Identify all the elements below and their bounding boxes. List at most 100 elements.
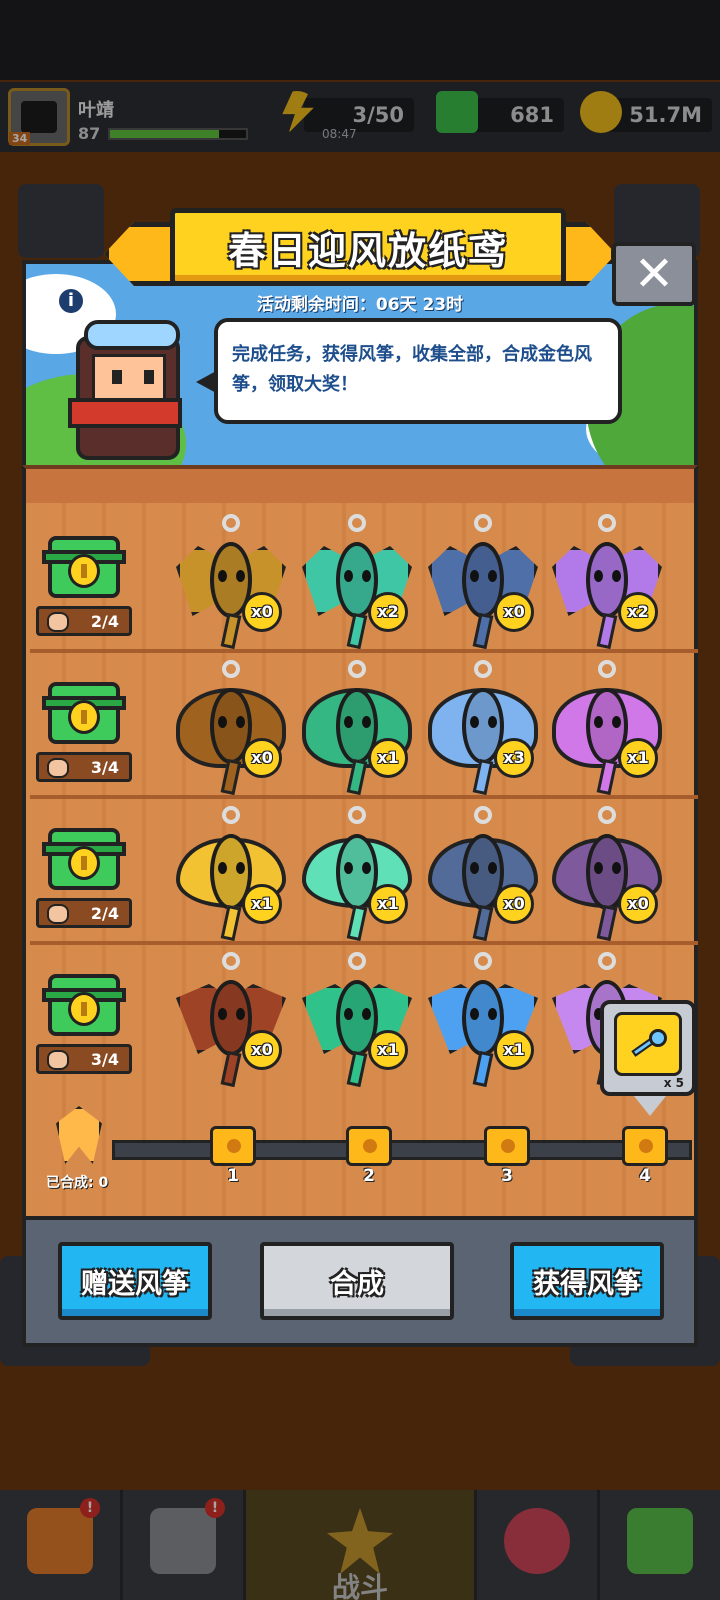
obtain-kite-button[interactable]: 获得风筝 <box>510 1242 664 1320</box>
kite-beetle[interactable] <box>548 660 666 800</box>
kite-count-badge: x0 <box>242 738 282 778</box>
kite-tail <box>472 904 494 942</box>
milestone-lock-icon <box>501 1139 515 1153</box>
kite-ring <box>348 660 366 678</box>
kite-bat[interactable] <box>298 514 416 654</box>
event-timer: 活动剩余时间：06天 23时 <box>256 295 464 315</box>
kite-ring <box>598 806 616 824</box>
key-head <box>649 1029 667 1047</box>
kite-bat[interactable] <box>424 514 542 654</box>
kite-tail <box>596 904 618 942</box>
ninja-face <box>92 354 166 402</box>
row-progress: 2/4 <box>36 898 132 928</box>
kite-eye <box>470 1008 479 1020</box>
kite-eye <box>470 862 479 874</box>
kite-count-badge: x1 <box>368 738 408 778</box>
kite-bird[interactable] <box>172 952 290 1092</box>
kite-count-badge: x0 <box>618 884 658 924</box>
kite-eye <box>236 570 245 582</box>
kite-bird[interactable] <box>298 952 416 1092</box>
kite-tail <box>472 1050 494 1088</box>
kite-bird[interactable] <box>424 952 542 1092</box>
kite-count-badge: x2 <box>368 592 408 632</box>
kite-tail <box>472 612 494 650</box>
reward-chest[interactable] <box>42 532 126 606</box>
kite-count-badge: x0 <box>242 592 282 632</box>
kite-eye <box>612 716 621 728</box>
kite-eye <box>344 570 353 582</box>
kite-beetle[interactable] <box>424 660 542 800</box>
milestone-number: 2 <box>363 1166 375 1186</box>
row-progress-value: 2/4 <box>90 903 119 923</box>
kite-tail <box>220 1050 242 1088</box>
kite-eye <box>470 570 479 582</box>
close-icon: ✕ <box>633 246 675 302</box>
kite-ring <box>222 806 240 824</box>
ninja-eye <box>144 370 154 384</box>
kite-count-badge: x1 <box>368 884 408 924</box>
kite-eye <box>488 862 497 874</box>
kite-eye <box>218 1008 227 1020</box>
ninja-character <box>62 314 184 464</box>
kite-count-badge: x0 <box>242 1030 282 1070</box>
kite-butterfly[interactable] <box>298 806 416 946</box>
info-icon[interactable]: i <box>56 286 86 316</box>
kite-beetle[interactable] <box>172 660 290 800</box>
golden-bird-kite[interactable] <box>46 1106 112 1168</box>
row-progress: 3/4 <box>36 752 132 782</box>
milestone-lock-icon <box>639 1139 653 1153</box>
milestone-lock-icon <box>363 1139 377 1153</box>
kite-mini-icon <box>47 612 69 632</box>
kite-ring <box>348 514 366 532</box>
milestone-chest[interactable] <box>622 1126 668 1166</box>
kite-mini-icon <box>47 904 69 924</box>
reward-chest[interactable] <box>42 970 126 1044</box>
reward-chest[interactable] <box>42 678 126 752</box>
kite-ring <box>474 660 492 678</box>
key-reward-box <box>614 1012 682 1076</box>
kite-eye <box>594 716 603 728</box>
kite-butterfly[interactable] <box>172 806 290 946</box>
combine-button[interactable]: 合成 <box>260 1242 454 1320</box>
kite-mini-icon <box>47 758 69 778</box>
kite-butterfly[interactable] <box>548 806 666 946</box>
row-progress-value: 3/4 <box>90 1049 119 1069</box>
kite-ring <box>474 952 492 970</box>
milestone-chest[interactable] <box>484 1126 530 1166</box>
kite-eye <box>218 570 227 582</box>
kite-eye <box>594 570 603 582</box>
modal-footer: 赠送风筝 合成 获得风筝 <box>22 1216 698 1347</box>
ninja-goggles <box>84 320 180 350</box>
kite-eye <box>236 1008 245 1020</box>
kite-ring <box>598 514 616 532</box>
kite-eye <box>218 862 227 874</box>
milestone-chest[interactable] <box>346 1126 392 1166</box>
reward-chest[interactable] <box>42 824 126 898</box>
kite-eye <box>488 1008 497 1020</box>
kite-tail <box>346 612 368 650</box>
kite-eye <box>236 716 245 728</box>
close-button[interactable]: ✕ <box>612 242 696 306</box>
kite-tail <box>346 904 368 942</box>
milestone-chest[interactable] <box>210 1126 256 1166</box>
kite-tail <box>346 1050 368 1088</box>
kite-eye <box>362 862 371 874</box>
kite-tail <box>220 612 242 650</box>
kite-count-badge: x2 <box>618 592 658 632</box>
kite-count-badge: x1 <box>242 884 282 924</box>
kite-event-modal: 春日迎风放纸鸢 ✕ 活动剩余时间：06天 23时 i 完成任务，获得风筝，收集全… <box>22 208 698 1347</box>
key-reward-popup[interactable]: x 5 <box>600 1000 696 1116</box>
kite-ring <box>474 514 492 532</box>
kite-beetle[interactable] <box>298 660 416 800</box>
row-progress: 3/4 <box>36 1044 132 1074</box>
golden-bird-icon <box>56 1106 102 1164</box>
kite-eye <box>218 716 227 728</box>
kite-bat[interactable] <box>548 514 666 654</box>
modal-title-banner: 春日迎风放纸鸢 <box>170 208 566 286</box>
kite-butterfly[interactable] <box>424 806 542 946</box>
row-progress: 2/4 <box>36 606 132 636</box>
gift-kite-label: 赠送风筝 <box>81 1268 189 1300</box>
kite-tail <box>596 612 618 650</box>
gift-kite-button[interactable]: 赠送风筝 <box>58 1242 212 1320</box>
kite-bat[interactable] <box>172 514 290 654</box>
